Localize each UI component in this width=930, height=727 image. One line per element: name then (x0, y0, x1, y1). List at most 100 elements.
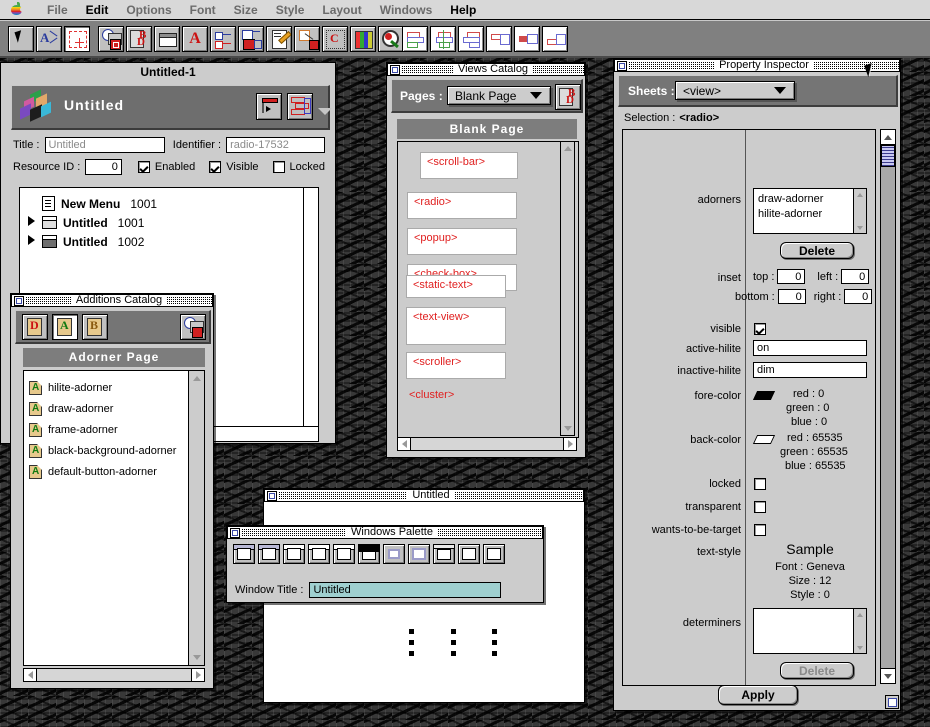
text-select-tool-button[interactable]: A (36, 26, 62, 52)
views-catalog-button[interactable] (180, 314, 206, 340)
expander-triangle-icon[interactable] (28, 216, 42, 229)
property-inspector-titlebar[interactable]: Property Inspector (614, 59, 900, 72)
connect-tool-button[interactable] (294, 26, 320, 52)
wants-to-be-target-checkbox[interactable] (754, 524, 766, 536)
align-center-button[interactable] (430, 26, 456, 52)
color-palette-tool-button[interactable] (350, 26, 376, 52)
menu-edit-button[interactable] (256, 93, 282, 120)
inspector-vertical-scrollbar[interactable] (880, 129, 896, 684)
determiners-delete-button[interactable]: Delete (780, 662, 854, 679)
list-item[interactable]: hilite-adorner (24, 377, 204, 398)
window-proto-modal[interactable] (383, 544, 405, 564)
views-catalog-titlebar[interactable]: Views Catalog (387, 63, 585, 76)
window-proto-document-zoom[interactable] (258, 544, 280, 564)
additions-catalog-button[interactable]: B D (555, 84, 581, 110)
tree-vertical-scrollbar[interactable] (303, 188, 318, 441)
window-title-input[interactable]: Untitled (309, 582, 502, 598)
locked-checkbox[interactable] (754, 478, 766, 490)
adorner-list-vscrollbar[interactable] (188, 371, 204, 665)
transparent-checkbox[interactable] (754, 501, 766, 513)
additions-catalog-titlebar[interactable]: Additions Catalog (11, 294, 213, 307)
scroll-down-arrow[interactable] (880, 668, 896, 684)
determiners-listbox[interactable] (753, 608, 867, 654)
menu-edit[interactable]: Edit (77, 0, 118, 20)
window-proto-plain-doc2[interactable] (308, 544, 330, 564)
definitions-tab-button[interactable]: D (22, 314, 48, 340)
menu-size[interactable]: Size (225, 0, 267, 20)
window-proto-document[interactable] (233, 544, 255, 564)
scroll-down-arrow[interactable] (854, 222, 866, 233)
view-item[interactable]: <text-view> (406, 307, 506, 345)
expander-triangle-icon[interactable] (28, 235, 42, 248)
view-item[interactable]: <scroll-bar> (420, 152, 518, 179)
hierarchy-tool-button[interactable] (238, 26, 264, 52)
marquee-tool-button[interactable] (64, 26, 90, 52)
adorners-tab-button[interactable]: A (52, 314, 78, 340)
pages-popup[interactable]: Blank Page (447, 86, 551, 105)
view-item[interactable]: <radio> (407, 192, 517, 219)
view-item[interactable]: <cluster> (409, 389, 454, 401)
menu-font[interactable]: Font (181, 0, 225, 20)
adorners-listbox[interactable]: draw-adorner hilite-adorner (753, 188, 867, 234)
pointer-tool-button[interactable] (8, 26, 34, 52)
resize-grow-icon[interactable] (885, 695, 899, 709)
sheets-popup[interactable]: <view> (675, 81, 795, 100)
menu-style[interactable]: Style (267, 0, 314, 20)
window-proto-palette[interactable] (433, 544, 455, 564)
menu-help[interactable]: Help (441, 0, 485, 20)
close-box-icon[interactable] (14, 295, 24, 306)
align-bottom-button[interactable] (542, 26, 568, 52)
apply-button[interactable]: Apply (718, 685, 798, 705)
window-proto-plain-doc[interactable] (283, 544, 305, 564)
identifier-input[interactable]: radio-17532 (226, 137, 325, 153)
list-item[interactable]: hilite-adorner (754, 207, 866, 222)
preview-tool-button[interactable] (378, 26, 404, 52)
inset-top-input[interactable]: 0 (777, 269, 806, 284)
layout-button[interactable] (287, 93, 313, 120)
list-item[interactable]: black-background-adorner (24, 440, 204, 461)
window-proto-blank[interactable] (458, 544, 480, 564)
menu-layout[interactable]: Layout (313, 0, 370, 20)
scroll-left-arrow[interactable] (23, 668, 37, 682)
list-item[interactable]: draw-adorner (754, 192, 866, 207)
font-tool-button[interactable]: A (182, 26, 208, 52)
list-item[interactable]: draw-adorner (24, 398, 204, 419)
edit-script-tool-button[interactable] (266, 26, 292, 52)
adorners-delete-button[interactable]: Delete (780, 242, 854, 259)
view-item[interactable]: <popup> (407, 228, 517, 255)
scroll-up-arrow[interactable] (189, 371, 204, 386)
views-vertical-scrollbar[interactable] (560, 141, 575, 436)
resource-id-input[interactable]: 0 (85, 159, 122, 175)
scroll-right-arrow[interactable] (191, 668, 205, 682)
fore-color-swatch[interactable] (752, 391, 776, 400)
align-right-button[interactable] (458, 26, 484, 52)
close-box-icon[interactable] (390, 64, 400, 75)
scroll-down-arrow[interactable] (189, 650, 204, 665)
scroll-up-arrow[interactable] (854, 609, 866, 620)
view-item[interactable]: <static-text> (406, 275, 506, 298)
scroll-up-arrow[interactable] (880, 129, 896, 145)
windows-palette-titlebar[interactable]: Windows Palette (227, 526, 543, 539)
visible-checkbox[interactable] (209, 161, 222, 173)
windows-palette-tool-button[interactable] (154, 26, 180, 52)
selection-handles[interactable] (451, 629, 456, 662)
window-proto-dark-title[interactable] (358, 544, 380, 564)
align-left-button[interactable] (402, 26, 428, 52)
visible-checkbox[interactable] (754, 323, 766, 335)
menu-windows[interactable]: Windows (371, 0, 442, 20)
views-horizontal-scrollbar[interactable] (397, 437, 577, 451)
align-top-button[interactable] (486, 26, 512, 52)
determiners-list-scrollbar[interactable] (853, 609, 866, 653)
behaviors-tab-button[interactable]: B (82, 314, 108, 340)
scroll-up-arrow[interactable] (854, 189, 866, 200)
apple-menu-icon[interactable] (10, 2, 25, 17)
back-color-swatch[interactable] (752, 435, 776, 444)
active-hilite-input[interactable]: on (753, 340, 867, 356)
chevron-down-icon[interactable] (318, 108, 332, 115)
selection-handles[interactable] (492, 629, 497, 662)
inactive-hilite-input[interactable]: dim (753, 362, 867, 378)
scroll-left-arrow[interactable] (397, 437, 411, 451)
enabled-checkbox[interactable] (137, 161, 150, 173)
scroll-down-arrow[interactable] (561, 422, 574, 435)
untitled-canvas-titlebar[interactable]: Untitled (264, 489, 584, 502)
